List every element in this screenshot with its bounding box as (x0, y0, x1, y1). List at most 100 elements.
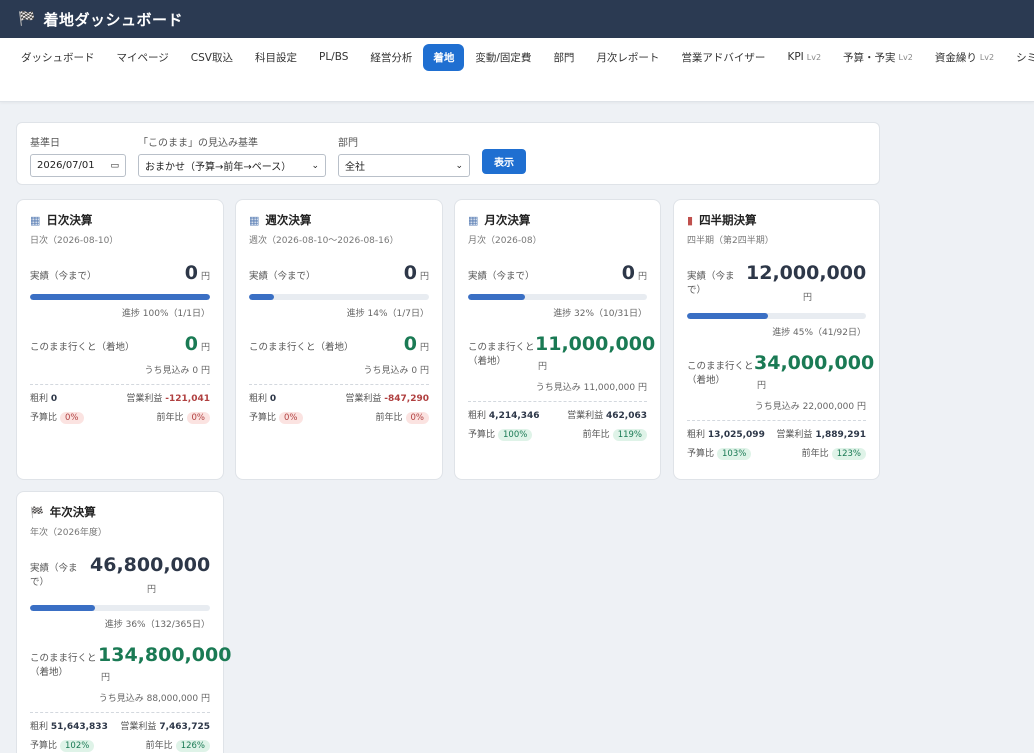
actual-value-wrap: 0円 (622, 262, 647, 284)
profit-row: 粗利 0 営業利益 -121,041 (30, 391, 210, 404)
checkered-flag-icon: 🏁 (30, 505, 44, 519)
tab-label: 部門 (553, 51, 575, 64)
card-subtitle: 年次（2026年度） (30, 528, 107, 538)
tab-1[interactable]: マイページ (106, 44, 180, 71)
basis-label: 「このまま」の見込み基準 (138, 138, 258, 149)
actual-value: 0 (184, 262, 198, 284)
actual-label: 実績（今まで） (30, 271, 97, 282)
operating-profit: 営業利益 -121,041 (126, 391, 210, 404)
tab-12[interactable]: 予算・予実 Lv2 (832, 44, 924, 71)
tab-10[interactable]: 営業アドバイザー (670, 44, 776, 71)
tab-label: 経営分析 (370, 51, 413, 64)
show-button[interactable]: 表示 (482, 149, 526, 174)
period-card: ▮ 四半期決算 四半期（第2四半期） 実績（今まで） 12,000,000 円進捗 45%… (673, 199, 880, 480)
tab-3[interactable]: 科目設定 (244, 44, 308, 71)
actual-value: 46,800,000 (90, 554, 211, 576)
card-header: ▦ 日次決算 (30, 212, 210, 228)
tab-label: 予算・予実 (843, 51, 896, 64)
yen-unit: 円 (802, 293, 812, 303)
tab-0[interactable]: ダッシュボード (10, 44, 106, 71)
actual-value: 0 (403, 262, 417, 284)
dept-select[interactable]: 全社 ⌄ (338, 154, 470, 177)
tab-label: マイページ (116, 51, 169, 64)
budget-badge: 0% (60, 412, 84, 424)
tab-label: シミュ (1016, 51, 1034, 64)
yoy-ratio: 前年比 123% (802, 446, 866, 460)
forecast-text: うち見込み 22,000,000 円 (754, 402, 866, 412)
tab-11[interactable]: KPI Lv2 (776, 45, 832, 69)
tab-7[interactable]: 変動/固定費 (464, 44, 542, 71)
tab-label: 資金繰り (934, 51, 977, 64)
tab-label: 月次レポート (596, 51, 660, 64)
actual-label: 実績（今まで） (468, 271, 535, 282)
progress-bar (30, 294, 210, 300)
calendar-icon: ▦ (468, 213, 479, 227)
tab-level-badge: Lv2 (806, 52, 822, 62)
op-value: 462,063 (606, 411, 647, 421)
ratio-row: 予算比 100% 前年比 119% (468, 427, 647, 441)
ratio-row: 予算比 102% 前年比 126% (30, 738, 210, 752)
budget-ratio: 予算比 102% (30, 738, 95, 752)
actual-value: 0 (621, 262, 635, 284)
landing-label: このまま行くと（着地） (30, 653, 97, 679)
basis-select[interactable]: おまかせ（予算→前年→ペース） ⌄ (138, 154, 326, 177)
calendar-picker-icon[interactable]: ▭ (110, 161, 119, 171)
budget-badge: 102% (60, 740, 95, 752)
yen-unit: 円 (757, 381, 767, 391)
landing-label: このまま行くと（着地） (468, 342, 535, 368)
card-title: 日次決算 (46, 213, 93, 227)
op-label: 営業利益 (345, 394, 382, 404)
yoy-label: 前年比 (582, 430, 610, 440)
tab-13[interactable]: 資金繰り Lv2 (924, 44, 1005, 71)
yoy-badge: 126% (175, 740, 210, 752)
tab-4[interactable]: PL/BS (308, 45, 359, 69)
tab-5[interactable]: 経営分析 (359, 44, 423, 71)
card-title: 年次決算 (49, 505, 96, 519)
date-input[interactable]: 2026/07/01 ▭ (30, 154, 126, 177)
divider (468, 401, 647, 402)
tab-label: 変動/固定費 (475, 51, 532, 64)
landing-row: このまま行くと（着地） 11,000,000 円 (468, 333, 655, 372)
yoy-badge: 0% (405, 412, 429, 424)
progress-text: 進捗 32%（10/31日） (553, 309, 647, 319)
card-header: ▮ 四半期決算 (687, 212, 866, 228)
yoy-label: 前年比 (801, 449, 829, 459)
progress-bar (249, 294, 429, 300)
progress-fill (249, 294, 275, 300)
tab-6[interactable]: 着地 (423, 43, 465, 71)
filter-panel: 基準日 2026/07/01 ▭ 「このまま」の見込み基準 おまかせ（予算→前年… (16, 122, 880, 185)
gross-label: 粗利 (30, 394, 49, 404)
forecast-text: うち見込み 0 円 (144, 366, 210, 376)
date-value: 2026/07/01 (37, 160, 95, 171)
app-titlebar: 🏁 着地ダッシュボード (0, 0, 1034, 38)
tab-level-badge: Lv2 (898, 52, 913, 62)
gross-label: 粗利 (30, 722, 49, 732)
tab-label: 科目設定 (254, 51, 297, 64)
yoy-badge: 0% (186, 412, 210, 424)
landing-value-wrap: 0円 (185, 333, 210, 355)
card-title: 週次決算 (265, 213, 312, 227)
tab-level-badge: Lv2 (979, 52, 995, 62)
budget-badge: 100% (498, 429, 533, 441)
tab-8[interactable]: 部門 (542, 44, 585, 71)
yen-unit: 円 (419, 272, 429, 282)
actual-value: 12,000,000 (746, 262, 867, 284)
budget-badge: 0% (279, 412, 303, 424)
landing-value: 34,000,000 (754, 352, 875, 374)
profit-row: 粗利 0 営業利益 -847,290 (249, 391, 429, 404)
tab-2[interactable]: CSV取込 (180, 44, 244, 71)
card-header: ▦ 週次決算 (249, 212, 429, 228)
gross-value: 13,025,099 (707, 430, 765, 440)
period-card: ▦ 日次決算 日次（2026-08-10） 実績（今まで） 0 円進捗 100%（1/1日… (16, 199, 224, 480)
card-header: 🏁 年次決算 (30, 504, 210, 520)
tab-14[interactable]: シミュ (1005, 44, 1034, 71)
op-label: 営業利益 (126, 394, 163, 404)
divider (30, 712, 210, 713)
actual-row: 実績（今まで） 0 円 (249, 262, 429, 284)
budget-label: 予算比 (249, 413, 277, 423)
landing-row: このまま行くと（着地） 0 円 (249, 333, 429, 355)
actual-value-wrap: 46,800,000 円 (90, 554, 210, 595)
tab-9[interactable]: 月次レポート (585, 44, 670, 71)
divider (30, 384, 210, 385)
yoy-label: 前年比 (156, 413, 184, 423)
